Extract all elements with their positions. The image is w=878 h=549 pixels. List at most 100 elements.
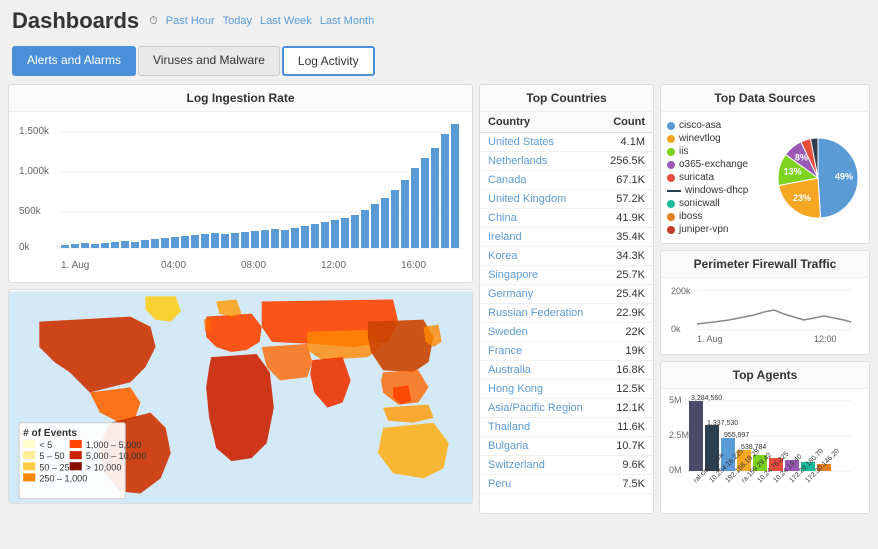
count-cell: 10.7K — [599, 437, 653, 456]
table-row: Russian Federation 22.9K — [480, 304, 653, 323]
country-link[interactable]: Hong Kong — [488, 383, 543, 395]
datasource-legend-item: cisco-asa — [667, 120, 767, 131]
table-row: China 41.9K — [480, 209, 653, 228]
count-cell: 11.6K — [599, 418, 653, 437]
svg-text:500k: 500k — [19, 206, 42, 217]
top-data-sources-title: Top Data Sources — [661, 85, 869, 112]
legend-label: juniper-vpn — [679, 224, 728, 235]
log-chart-svg: 1,500k 1,000k 500k 0k — [17, 120, 467, 275]
firewall-title: Perimeter Firewall Traffic — [661, 251, 869, 278]
country-cell: Netherlands — [480, 152, 599, 171]
country-link[interactable]: Asia/Pacific Region — [488, 402, 583, 414]
header: Dashboards ⏱ Past Hour Today Last Week L… — [0, 0, 878, 42]
pie-label: 13% — [784, 166, 802, 176]
tab-log-activity[interactable]: Log Activity — [282, 46, 375, 76]
svg-text:1. Aug: 1. Aug — [61, 260, 89, 271]
country-link[interactable]: United States — [488, 136, 554, 148]
table-row: Germany 25.4K — [480, 285, 653, 304]
count-cell: 22.9K — [599, 304, 653, 323]
svg-text:5 – 50: 5 – 50 — [39, 451, 64, 461]
country-link[interactable]: Switzerland — [488, 459, 545, 471]
svg-text:< 5: < 5 — [39, 440, 52, 450]
country-cell: Russian Federation — [480, 304, 599, 323]
country-link[interactable]: Bulgaria — [488, 440, 528, 452]
country-link[interactable]: Ireland — [488, 231, 522, 243]
country-cell: Singapore — [480, 266, 599, 285]
country-link[interactable]: Thailand — [488, 421, 530, 433]
svg-text:0k: 0k — [671, 324, 681, 334]
svg-text:5M: 5M — [669, 395, 682, 405]
svg-text:1. Aug: 1. Aug — [697, 334, 723, 344]
svg-text:04:00: 04:00 — [161, 260, 186, 271]
count-cell: 19K — [599, 342, 653, 361]
datasource-legend-item: windows-dhcp — [667, 185, 767, 196]
table-row: Peru 7.5K — [480, 475, 653, 494]
country-link[interactable]: Peru — [488, 478, 511, 490]
country-link[interactable]: China — [488, 212, 517, 224]
svg-text:3,284,560: 3,284,560 — [691, 395, 722, 402]
country-link[interactable]: Australia — [488, 364, 531, 376]
country-link[interactable]: Netherlands — [488, 155, 547, 167]
table-row: Netherlands 256.5K — [480, 152, 653, 171]
time-navigation: ⏱ Past Hour Today Last Week Last Month — [149, 15, 374, 28]
clock-icon: ⏱ — [149, 15, 158, 28]
table-row: United States 4.1M — [480, 133, 653, 152]
count-cell: 25.7K — [599, 266, 653, 285]
svg-text:12:00: 12:00 — [814, 334, 837, 344]
tab-viruses-malware[interactable]: Viruses and Malware — [138, 46, 280, 76]
agents-chart-svg: 5M 2.5M 0M 3,284,560 1,337,530 955,997 5… — [669, 393, 854, 508]
pie-chart-svg: 49%23%13%8% — [773, 133, 863, 223]
tab-alerts-alarms[interactable]: Alerts and Alarms — [12, 46, 136, 76]
country-cell: Canada — [480, 171, 599, 190]
top-agents-title: Top Agents — [661, 362, 869, 389]
time-link-today[interactable]: Today — [223, 15, 252, 27]
pie-label: 49% — [835, 171, 853, 181]
country-cell: Asia/Pacific Region — [480, 399, 599, 418]
svg-text:2.5M: 2.5M — [669, 430, 689, 440]
legend-label: windows-dhcp — [685, 185, 748, 196]
table-row: Thailand 11.6K — [480, 418, 653, 437]
world-map-svg: # of Events < 5 5 – 50 50 – 250 250 – 1,… — [9, 290, 473, 504]
country-link[interactable]: France — [488, 345, 522, 357]
table-row: Singapore 25.7K — [480, 266, 653, 285]
page-title: Dashboards — [12, 8, 139, 34]
firewall-panel: Perimeter Firewall Traffic 200k 0k 1. Au… — [660, 250, 870, 355]
top-countries-panel: Top Countries Country Count United State… — [479, 84, 654, 514]
firewall-chart-area: 200k 0k 1. Aug 12:00 — [661, 278, 869, 354]
table-row: France 19K — [480, 342, 653, 361]
count-cell: 67.1K — [599, 171, 653, 190]
count-cell: 41.9K — [599, 209, 653, 228]
svg-text:5,000 – 10,000: 5,000 – 10,000 — [86, 451, 147, 461]
country-link[interactable]: Canada — [488, 174, 527, 186]
table-row: Sweden 22K — [480, 323, 653, 342]
count-cell: 256.5K — [599, 152, 653, 171]
svg-text:955,997: 955,997 — [724, 432, 749, 439]
pie-label: 8% — [795, 152, 808, 162]
country-cell: France — [480, 342, 599, 361]
time-link-last-month[interactable]: Last Month — [320, 15, 374, 27]
legend-dot-icon — [667, 161, 675, 169]
svg-text:250 – 1,000: 250 – 1,000 — [39, 473, 87, 483]
time-link-last-week[interactable]: Last Week — [260, 15, 312, 27]
svg-text:# of Events: # of Events — [23, 428, 77, 439]
count-cell: 9.6K — [599, 456, 653, 475]
table-row: United Kingdom 57.2K — [480, 190, 653, 209]
tab-bar: Alerts and Alarms Viruses and Malware Lo… — [0, 42, 878, 80]
datasource-legend-item: sonicwall — [667, 198, 767, 209]
count-cell: 34.3K — [599, 247, 653, 266]
time-link-past-hour[interactable]: Past Hour — [166, 15, 215, 27]
country-cell: Australia — [480, 361, 599, 380]
svg-text:1,000k: 1,000k — [19, 166, 50, 177]
count-cell: 57.2K — [599, 190, 653, 209]
country-link[interactable]: United Kingdom — [488, 193, 566, 205]
country-cell: China — [480, 209, 599, 228]
country-link[interactable]: Singapore — [488, 269, 538, 281]
country-link[interactable]: Korea — [488, 250, 517, 262]
country-link[interactable]: Germany — [488, 288, 533, 300]
countries-table: Country Count United States 4.1M Netherl… — [480, 112, 653, 494]
legend-dot-icon — [667, 135, 675, 143]
country-link[interactable]: Sweden — [488, 326, 528, 338]
table-row: Ireland 35.4K — [480, 228, 653, 247]
country-link[interactable]: Russian Federation — [488, 307, 583, 319]
datasource-legend-item: o365-exchange — [667, 159, 767, 170]
